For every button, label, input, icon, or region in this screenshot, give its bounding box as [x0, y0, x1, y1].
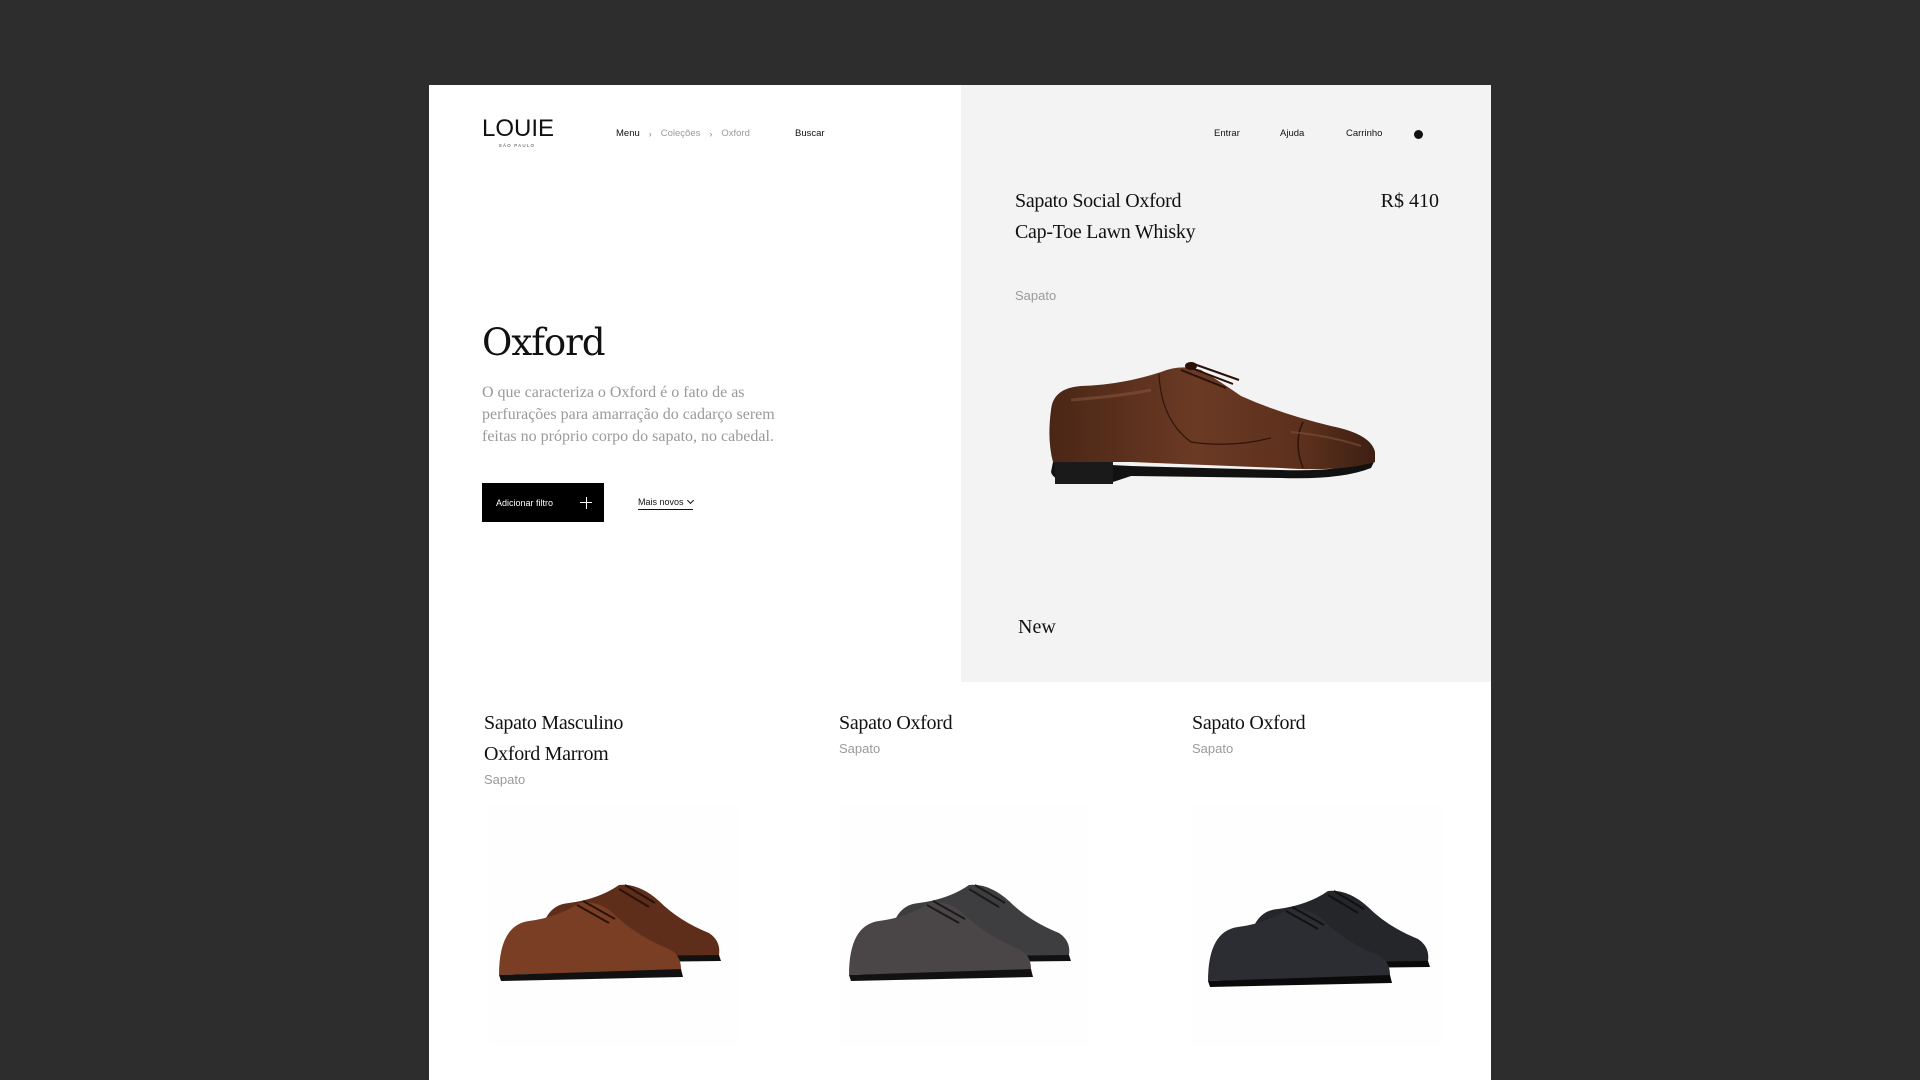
product-name: Sapato Oxford	[1192, 712, 1306, 734]
chevron-down-icon	[686, 496, 694, 505]
product-category: Sapato	[1192, 741, 1234, 756]
search-link[interactable]: Buscar	[795, 128, 825, 139]
product-name: Sapato Oxford	[839, 712, 953, 734]
product-image[interactable]	[489, 805, 739, 1045]
cart-link[interactable]: Carrinho	[1346, 128, 1382, 139]
featured-product-image[interactable]	[1041, 330, 1401, 590]
chevron-right-icon: ›	[648, 128, 652, 139]
product-image[interactable]	[839, 805, 1089, 1045]
page-title: Oxford	[482, 321, 606, 364]
product-category: Sapato	[839, 741, 881, 756]
chevron-right-icon: ›	[709, 128, 713, 139]
featured-product-category: Sapato	[1015, 288, 1057, 303]
featured-product-price: R$ 410	[1380, 190, 1439, 212]
new-badge: New	[1018, 616, 1056, 638]
add-filter-label: Adicionar filtro	[496, 497, 554, 508]
breadcrumb-oxford[interactable]: Oxford	[721, 128, 750, 139]
breadcrumb: Menu › Coleções › Oxford	[616, 128, 750, 139]
page-description: O que caracteriza o Oxford é o fato de a…	[482, 384, 775, 445]
product-image[interactable]	[1192, 805, 1442, 1045]
breadcrumb-menu[interactable]: Menu	[616, 128, 640, 139]
featured-product-name[interactable]: Sapato Social Oxford Cap-Toe Lawn Whisky	[1015, 186, 1215, 248]
product-card[interactable]: Sapato Oxford Sapato	[839, 708, 1139, 756]
product-name: Sapato Masculino Oxford Marrom	[484, 712, 624, 765]
product-card[interactable]: Sapato Oxford Sapato	[1192, 708, 1491, 756]
breadcrumb-colecoes[interactable]: Coleções	[661, 128, 701, 139]
help-link[interactable]: Ajuda	[1280, 128, 1304, 139]
brand-name: LOUIE	[482, 115, 555, 142]
login-link[interactable]: Entrar	[1214, 128, 1240, 139]
cart-indicator-icon[interactable]	[1414, 130, 1423, 139]
product-category: Sapato	[484, 772, 526, 787]
product-card[interactable]: Sapato Masculino Oxford Marrom Sapato	[484, 708, 784, 787]
add-filter-button[interactable]: Adicionar filtro	[482, 483, 604, 522]
brand-logo[interactable]: LOUIE SÃO PAULO	[482, 115, 555, 148]
plus-icon	[580, 496, 592, 509]
product-listing-page: LOUIE SÃO PAULO Menu › Coleções › Oxford…	[429, 85, 1491, 1080]
sort-dropdown[interactable]: Mais novos	[638, 496, 694, 510]
sort-label: Mais novos	[638, 497, 684, 507]
brand-sub: SÃO PAULO	[498, 143, 536, 148]
